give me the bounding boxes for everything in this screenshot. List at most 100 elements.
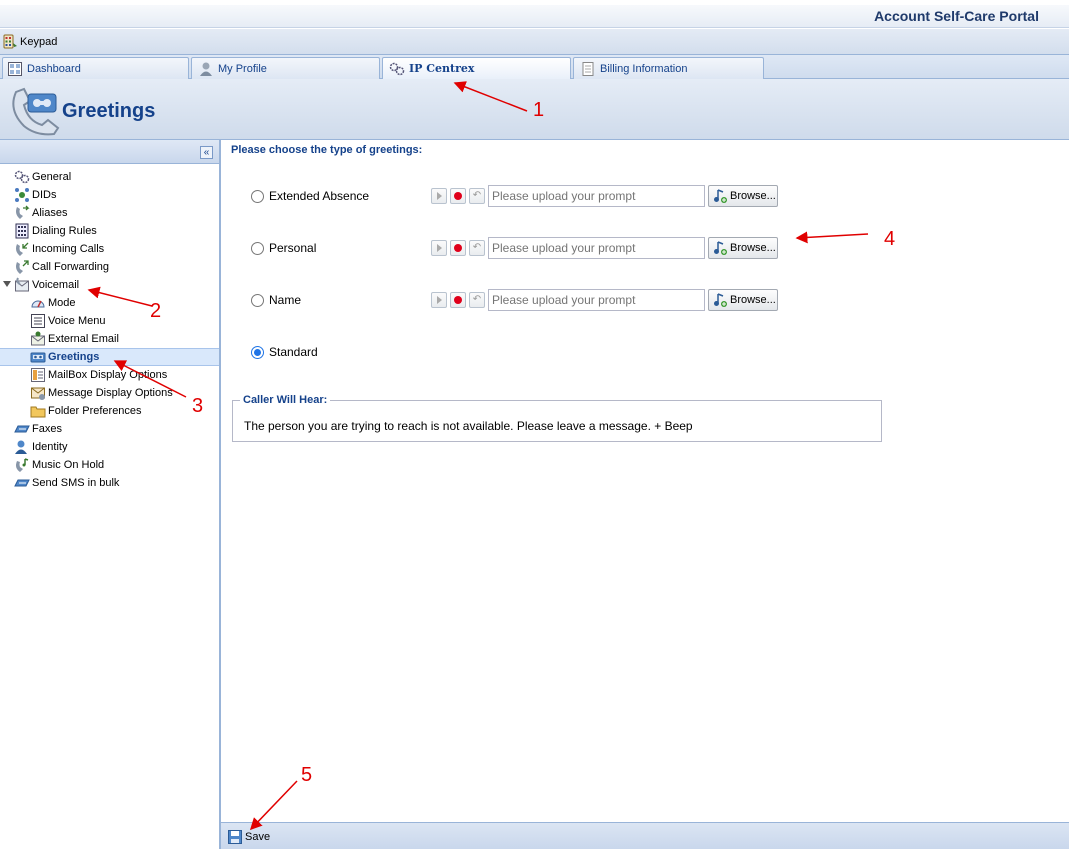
message-display-icon xyxy=(31,387,45,400)
greeting-label: Personal xyxy=(269,241,317,255)
user-icon xyxy=(200,62,212,76)
sidebar-item-aliases[interactable]: Aliases xyxy=(0,204,219,222)
email-icon xyxy=(31,331,45,346)
greeting-option-name[interactable]: Name xyxy=(251,288,301,312)
sidebar-item-general[interactable]: General xyxy=(0,168,219,186)
tab-my-profile[interactable]: My Profile xyxy=(191,57,380,79)
sidebar-item-greetings[interactable]: Greetings xyxy=(0,348,219,366)
greeting-label: Name xyxy=(269,293,302,307)
sidebar-item-voicemail[interactable]: Voicemail xyxy=(0,276,219,294)
prompt-upload-field[interactable] xyxy=(488,185,705,207)
tab-ip-centrex[interactable]: IP Centrex xyxy=(382,57,571,79)
caller-will-hear-panel: Caller Will Hear: The person you are try… xyxy=(232,394,882,442)
sidebar-item-voice-menu[interactable]: Voice Menu xyxy=(0,312,219,330)
dashboard-icon xyxy=(8,61,22,76)
sidebar-item-label: Aliases xyxy=(32,207,68,219)
greeting-radio[interactable] xyxy=(251,293,264,307)
sidebar-item-external-email[interactable]: External Email xyxy=(0,330,219,348)
sidebar-item-label: MailBox Display Options xyxy=(48,369,168,381)
undo-icon[interactable]: ↶ xyxy=(469,240,485,256)
keypad-button[interactable]: Keypad xyxy=(2,34,57,50)
greeting-label: Extended Absence xyxy=(269,189,370,203)
prompt-upload-field[interactable] xyxy=(488,237,705,259)
gears-icon xyxy=(389,62,405,75)
greeting-radio[interactable] xyxy=(251,241,264,255)
record-icon[interactable] xyxy=(450,188,466,204)
sidebar-item-call-forwarding[interactable]: Call Forwarding xyxy=(0,258,219,276)
greeting-option-extended-absence[interactable]: Extended Absence xyxy=(251,184,369,208)
greeting-label: Standard xyxy=(269,345,318,359)
annotation-number-3: 3 xyxy=(192,395,204,417)
sidebar-item-faxes[interactable]: Faxes xyxy=(0,420,219,438)
sidebar-item-label: Faxes xyxy=(32,423,62,435)
network-icon xyxy=(15,188,29,202)
sidebar-item-label: Identity xyxy=(32,441,68,453)
main-panel: Please choose the type of greetings: Ext… xyxy=(221,140,1069,822)
portal-title: Account Self-Care Portal xyxy=(874,8,1039,24)
gears-icon xyxy=(14,170,30,184)
save-button[interactable]: Save xyxy=(227,829,270,845)
keypad-icon xyxy=(3,34,17,49)
sidebar-item-incoming-calls[interactable]: Incoming Calls xyxy=(0,240,219,258)
undo-icon[interactable]: ↶ xyxy=(469,188,485,204)
greeting-radio[interactable] xyxy=(251,189,264,203)
play-icon[interactable] xyxy=(431,188,447,204)
sidebar: « General DIDs Aliases Dialing Rules Inc… xyxy=(0,140,221,849)
telephone-icon xyxy=(12,87,60,136)
annotation-number-5: 5 xyxy=(301,764,313,786)
record-icon[interactable] xyxy=(450,240,466,256)
undo-icon[interactable]: ↶ xyxy=(469,292,485,308)
prompt-controls: ↶ Browse... xyxy=(431,184,778,208)
voicemail-icon xyxy=(15,277,29,292)
browse-button[interactable]: Browse... xyxy=(708,185,778,207)
sidebar-item-dids[interactable]: DIDs xyxy=(0,186,219,204)
browse-button[interactable]: Browse... xyxy=(708,289,778,311)
collapse-sidebar-button[interactable]: « xyxy=(200,146,213,159)
tab-billing-information[interactable]: Billing Information xyxy=(573,57,764,79)
greeting-option-personal[interactable]: Personal xyxy=(251,236,316,260)
menu-list-icon xyxy=(31,314,45,328)
tab-label: Billing Information xyxy=(600,62,688,75)
play-icon[interactable] xyxy=(431,292,447,308)
annotation-number-2: 2 xyxy=(150,300,162,322)
call-forward-icon xyxy=(16,260,29,274)
prompt-controls: ↶ Browse... xyxy=(431,236,778,260)
play-icon[interactable] xyxy=(431,240,447,256)
music-on-hold-icon xyxy=(16,458,29,472)
expand-arrow-icon[interactable] xyxy=(3,281,11,287)
sidebar-item-identity[interactable]: Identity xyxy=(0,438,219,456)
floppy-disk-icon xyxy=(228,830,242,844)
caller-will-hear-text: The person you are trying to reach is no… xyxy=(244,419,693,433)
annotation-number-4: 4 xyxy=(884,228,896,250)
sidebar-item-label: Incoming Calls xyxy=(32,243,105,255)
save-label: Save xyxy=(245,831,271,843)
caller-will-hear-legend: Caller Will Hear: xyxy=(240,394,331,406)
mailbox-display-icon xyxy=(31,368,45,382)
fax-icon xyxy=(14,425,30,433)
sidebar-item-send-sms-in-bulk[interactable]: Send SMS in bulk xyxy=(0,474,219,492)
tab-dashboard[interactable]: Dashboard xyxy=(2,57,189,79)
greetings-type-prompt: Please choose the type of greetings: xyxy=(231,144,423,156)
sidebar-item-label: Folder Preferences xyxy=(48,405,142,417)
prompt-controls: ↶ Browse... xyxy=(431,288,778,312)
sidebar-item-label: DIDs xyxy=(32,189,57,201)
sidebar-item-mailbox-display-options[interactable]: MailBox Display Options xyxy=(0,366,219,384)
sidebar-item-label: Greetings xyxy=(48,351,100,363)
sidebar-header: « xyxy=(0,140,219,164)
sidebar-item-label: Voice Menu xyxy=(48,315,106,327)
sidebar-item-folder-preferences[interactable]: Folder Preferences xyxy=(0,402,219,420)
sidebar-item-label: Mode xyxy=(48,297,76,309)
sidebar-item-music-on-hold[interactable]: Music On Hold xyxy=(0,456,219,474)
sidebar-item-message-display-options[interactable]: Message Display Options xyxy=(0,384,219,402)
sms-icon xyxy=(14,479,30,487)
sidebar-item-mode[interactable]: Mode xyxy=(0,294,219,312)
greeting-radio[interactable] xyxy=(251,345,264,359)
greeting-option-standard[interactable]: Standard xyxy=(251,340,318,364)
prompt-upload-field[interactable] xyxy=(488,289,705,311)
browse-button[interactable]: Browse... xyxy=(708,237,778,259)
sidebar-item-label: General xyxy=(32,171,72,183)
sidebar-tree: General DIDs Aliases Dialing Rules Incom… xyxy=(0,164,219,492)
sidebar-item-dialing-rules[interactable]: Dialing Rules xyxy=(0,222,219,240)
annotation-number-1: 1 xyxy=(533,99,545,121)
record-icon[interactable] xyxy=(450,292,466,308)
